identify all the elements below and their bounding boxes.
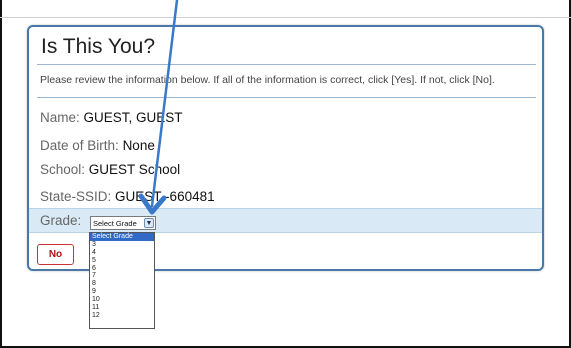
annotation-overlay <box>138 0 179 215</box>
arrow-pointer-icon <box>138 0 179 215</box>
